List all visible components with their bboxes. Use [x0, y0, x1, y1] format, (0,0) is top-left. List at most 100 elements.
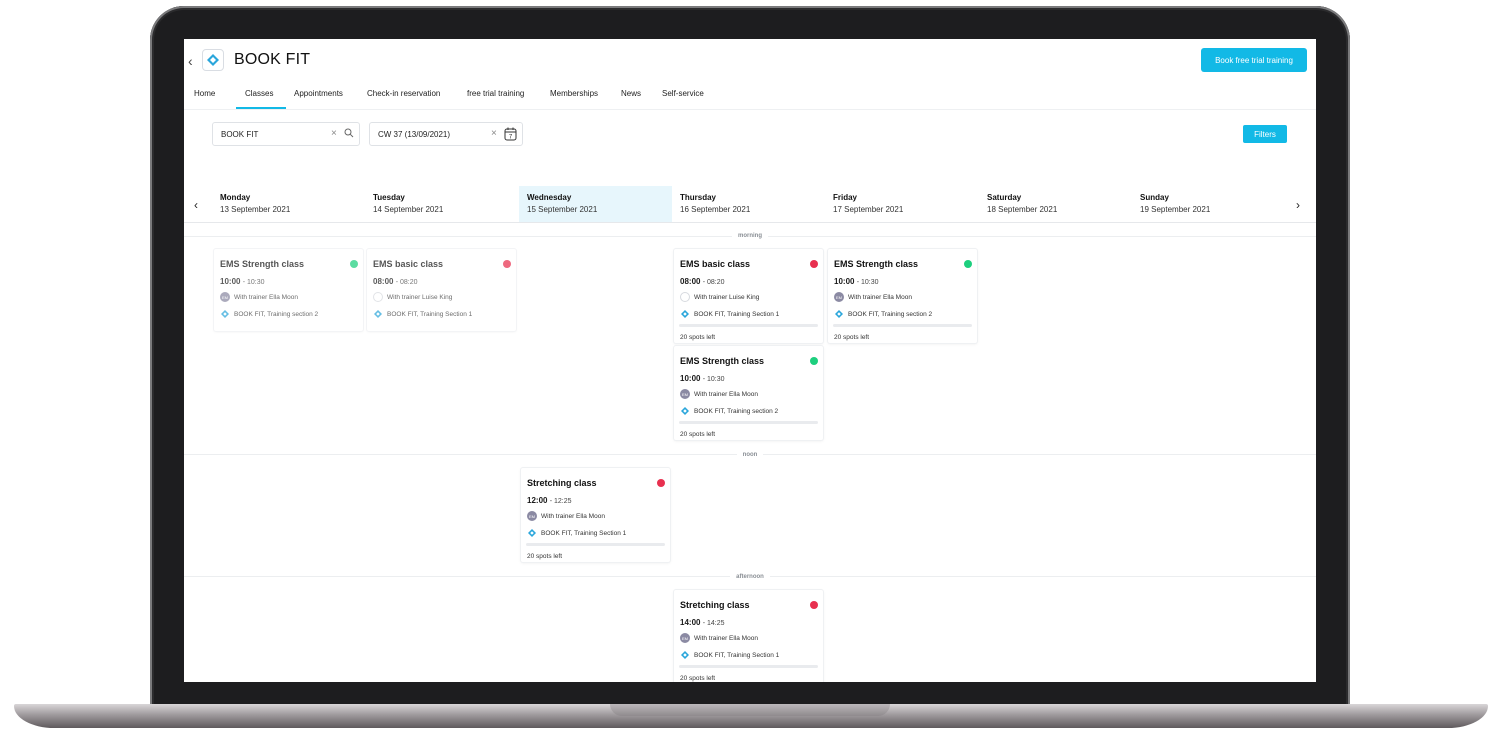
day-header-monday: Monday 13 September 2021 [220, 193, 291, 214]
class-time: 14:00 - 14:25 [680, 618, 725, 627]
day-header-friday: Friday 17 September 2021 [833, 193, 904, 214]
location-info: BOOK FIT, Training Section 1 [527, 528, 626, 538]
week-divider [184, 222, 1316, 223]
day-header-wednesday: Wednesday 15 September 2021 [519, 186, 672, 222]
class-title: Stretching class [680, 600, 750, 610]
avatar [680, 292, 690, 302]
avatar: EM [680, 633, 690, 643]
spots-left: 20 spots left [680, 334, 716, 341]
location-info: BOOK FIT, Training Section 1 [680, 309, 779, 319]
class-card[interactable]: EMS Strength class 10:00 - 10:30 EM With … [828, 249, 977, 343]
studio-search-input[interactable]: BOOK FIT × [212, 122, 360, 146]
spots-left: 20 spots left [527, 553, 563, 560]
tab-self-service[interactable]: Self-service [662, 83, 722, 109]
class-title: EMS Strength class [220, 259, 305, 269]
spots-left: 20 spots left [834, 334, 870, 341]
class-title: EMS basic class [680, 259, 751, 269]
class-time: 10:00 - 10:30 [834, 277, 879, 286]
day-header-thursday: Thursday 16 September 2021 [680, 193, 751, 214]
diamond-logo-icon [207, 54, 219, 66]
tab-memberships[interactable]: Memberships [550, 83, 621, 109]
calendar-icon[interactable]: 7 [504, 127, 517, 143]
trainer-info: EM With trainer Ella Moon [527, 511, 605, 521]
trainer-info: EM With trainer Ella Moon [680, 389, 758, 399]
status-dot [810, 601, 818, 609]
class-card[interactable]: Stretching class 12:00 - 12:25 EM With tr… [521, 468, 670, 562]
avatar: EM [527, 511, 537, 521]
week-select-value: CW 37 (13/09/2021) [378, 130, 451, 139]
clear-icon[interactable]: × [491, 128, 497, 139]
tab-home[interactable]: Home [194, 83, 226, 109]
studio-diamond-icon [680, 309, 690, 319]
day-header-tuesday: Tuesday 14 September 2021 [373, 193, 444, 214]
class-time: 12:00 - 12:25 [527, 496, 572, 505]
tab-appointments[interactable]: Appointments [294, 83, 367, 109]
spots-progress-bar [679, 324, 818, 327]
trainer-info: With trainer Luise King [680, 292, 759, 302]
class-title: EMS Strength class [834, 259, 919, 269]
class-card[interactable]: EMS basic class 08:00 - 08:20 With train… [674, 249, 823, 343]
studio-diamond-icon [680, 650, 690, 660]
studio-diamond-icon [680, 406, 690, 416]
next-week-arrow-icon[interactable]: › [1296, 198, 1300, 212]
spots-left: 20 spots left [680, 431, 716, 438]
studio-diamond-icon [220, 309, 230, 319]
class-time: 08:00 - 08:20 [373, 277, 418, 286]
trainer-info: EM With trainer Ella Moon [680, 633, 758, 643]
tab-check-in-reservation[interactable]: Check-in reservation [367, 83, 467, 109]
class-card[interactable]: EMS Strength class 10:00 - 10:30 EM With … [214, 249, 363, 331]
class-card[interactable]: EMS basic class 08:00 - 08:20 With train… [367, 249, 516, 331]
spots-progress-bar [679, 665, 818, 668]
tabs-divider [184, 109, 1316, 110]
class-card[interactable]: Stretching class 14:00 - 14:25 EM With tr… [674, 590, 823, 682]
search-icon[interactable] [344, 128, 354, 140]
trainer-info: EM With trainer Ella Moon [220, 292, 298, 302]
spots-progress-bar [679, 421, 818, 424]
app-screen: ‹ BOOK FIT Book free trial training Home… [184, 39, 1316, 682]
avatar: EM [220, 292, 230, 302]
tab-classes[interactable]: Classes [236, 83, 286, 109]
day-header-saturday: Saturday 18 September 2021 [987, 193, 1058, 214]
class-time: 08:00 - 08:20 [680, 277, 725, 286]
location-info: BOOK FIT, Training section 2 [834, 309, 932, 319]
clear-icon[interactable]: × [331, 128, 337, 139]
section-label-morning: morning [184, 233, 1316, 239]
studio-diamond-icon [527, 528, 537, 538]
studio-logo [202, 49, 224, 71]
class-title: EMS basic class [373, 259, 444, 269]
status-dot [503, 260, 511, 268]
section-label-noon: noon [184, 452, 1316, 458]
spots-progress-bar [833, 324, 972, 327]
book-free-trial-button[interactable]: Book free trial training [1201, 48, 1307, 72]
week-select-input[interactable]: CW 37 (13/09/2021) × 7 [369, 122, 523, 146]
location-info: BOOK FIT, Training Section 1 [680, 650, 779, 660]
class-title: Stretching class [527, 478, 597, 488]
section-label-afternoon: afternoon [184, 574, 1316, 580]
location-info: BOOK FIT, Training section 2 [220, 309, 318, 319]
status-dot [810, 260, 818, 268]
status-dot [657, 479, 665, 487]
status-dot [810, 357, 818, 365]
class-card[interactable]: EMS Strength class 10:00 - 10:30 EM With … [674, 346, 823, 440]
avatar [373, 292, 383, 302]
studio-diamond-icon [373, 309, 383, 319]
main-tabs: Home Classes Appointments Check-in reser… [194, 83, 722, 109]
filters-button[interactable]: Filters [1243, 125, 1287, 143]
tab-free-trial-training[interactable]: free trial training [467, 83, 550, 109]
class-time: 10:00 - 10:30 [680, 374, 725, 383]
trainer-info: EM With trainer Ella Moon [834, 292, 912, 302]
back-chevron-icon[interactable]: ‹ [188, 53, 193, 69]
location-info: BOOK FIT, Training Section 1 [373, 309, 472, 319]
previous-week-arrow-icon[interactable]: ‹ [194, 198, 198, 212]
laptop-notch [610, 704, 890, 716]
studio-diamond-icon [834, 309, 844, 319]
location-info: BOOK FIT, Training section 2 [680, 406, 778, 416]
spots-left: 20 spots left [680, 675, 716, 682]
spots-progress-bar [526, 543, 665, 546]
status-dot [350, 260, 358, 268]
studio-search-value: BOOK FIT [221, 130, 259, 139]
tab-news[interactable]: News [621, 83, 662, 109]
avatar: EM [680, 389, 690, 399]
day-header-sunday: Sunday 19 September 2021 [1140, 193, 1211, 214]
trainer-info: With trainer Luise King [373, 292, 452, 302]
